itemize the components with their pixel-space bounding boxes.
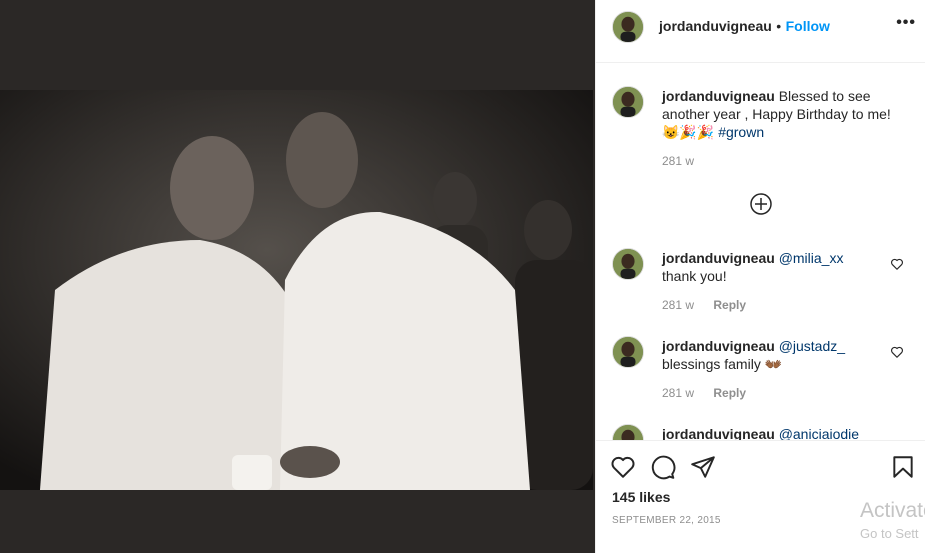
comment-mention[interactable]: @milia_xx xyxy=(779,250,844,266)
comment-meta: 281 w Reply xyxy=(662,298,746,312)
photo-image xyxy=(0,90,593,490)
load-more-plus-icon[interactable] xyxy=(750,193,772,215)
likes-count[interactable]: 145 likes xyxy=(612,489,670,505)
reply-button[interactable]: Reply xyxy=(713,298,746,312)
comment-icon[interactable] xyxy=(650,454,676,480)
comment-text-block: jordanduvigneau @aniciaiodie xyxy=(662,425,882,440)
comment-like-heart-icon[interactable] xyxy=(890,257,904,271)
avatar[interactable] xyxy=(612,336,644,368)
comment-item: jordanduvigneau @aniciaiodie xyxy=(596,424,925,440)
save-bookmark-icon[interactable] xyxy=(890,454,916,480)
username-link[interactable]: jordanduvigneau xyxy=(659,18,772,34)
post-actions: 145 likes SEPTEMBER 22, 2015 Activate Go… xyxy=(596,440,925,554)
post-details-panel: jordanduvigneau • Follow ••• jordanduvig… xyxy=(595,0,925,554)
avatar[interactable] xyxy=(612,86,644,118)
comment-mention[interactable]: @aniciaiodie xyxy=(779,426,859,440)
post-header: jordanduvigneau • Follow ••• xyxy=(596,0,925,63)
avatar[interactable] xyxy=(612,248,644,280)
caption-emojis: 😺🎉🎉 xyxy=(662,124,715,140)
more-options-icon[interactable]: ••• xyxy=(896,14,916,32)
comment-username[interactable]: jordanduvigneau xyxy=(662,338,775,354)
comment-text: thank you! xyxy=(662,268,727,284)
caption-username[interactable]: jordanduvigneau xyxy=(662,88,775,104)
separator-dot: • xyxy=(776,18,782,34)
like-heart-icon[interactable] xyxy=(610,454,636,480)
comment-meta: 281 w Reply xyxy=(662,386,746,400)
reply-button[interactable]: Reply xyxy=(713,386,746,400)
comment-mention[interactable]: @justadz_ xyxy=(779,338,845,354)
comment-username[interactable]: jordanduvigneau xyxy=(662,426,775,440)
caption-hashtag[interactable]: #grown xyxy=(718,124,764,140)
comment-time: 281 w xyxy=(662,386,695,400)
caption-time: 281 w xyxy=(662,154,695,168)
comment-text: blessings family xyxy=(662,356,761,372)
comment-username[interactable]: jordanduvigneau xyxy=(662,250,775,266)
comment-emoji: 👐🏾 xyxy=(764,356,783,372)
comment-text-block: jordanduvigneau @justadz_ blessings fami… xyxy=(662,337,882,373)
caption-text-block: jordanduvigneau Blessed to see another y… xyxy=(662,87,902,141)
windows-activation-watermark: Activate xyxy=(860,499,925,522)
post-media-area xyxy=(0,0,595,553)
comment-text-block: jordanduvigneau @milia_xx thank you! xyxy=(662,249,882,285)
windows-activation-subtext: Go to Sett xyxy=(860,526,919,541)
post-photo[interactable] xyxy=(0,90,593,490)
share-icon[interactable] xyxy=(690,454,716,480)
comment-time: 281 w xyxy=(662,298,695,312)
comment-like-heart-icon[interactable] xyxy=(890,345,904,359)
avatar[interactable] xyxy=(612,424,644,440)
follow-button[interactable]: Follow xyxy=(786,18,830,34)
avatar[interactable] xyxy=(612,11,644,43)
post-date: SEPTEMBER 22, 2015 xyxy=(612,515,721,526)
